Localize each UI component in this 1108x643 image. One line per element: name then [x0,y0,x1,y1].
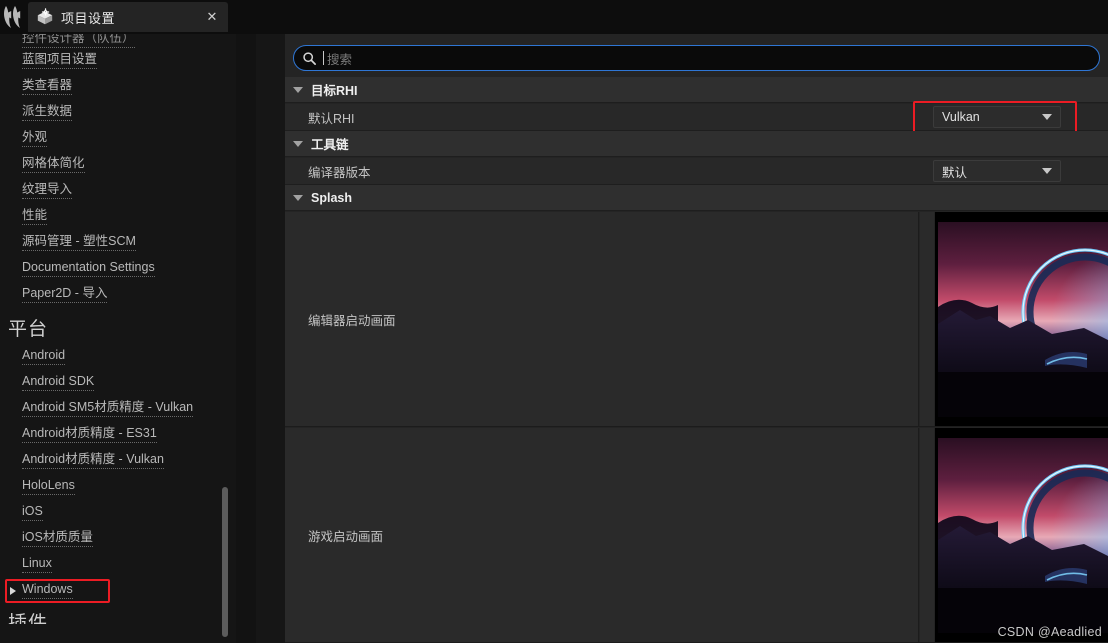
sidebar-scrollbar-track[interactable] [222,34,232,643]
search-input[interactable]: 搜索 [293,45,1100,71]
chevron-down-icon[interactable] [1042,168,1052,174]
sidebar-item-3[interactable]: 派生数据 [0,100,236,125]
sidebar-item-label: Linux [22,556,52,573]
search-placeholder: 搜索 [327,52,353,67]
sidebar-platform-item-7[interactable]: iOS [0,500,236,525]
sidebar-item-label: 派生数据 [22,104,73,121]
text-cursor [323,51,324,65]
sidebar-item-1[interactable]: 蓝图项目设置 [0,48,236,73]
selected-arrow-icon [10,586,16,595]
sidebar-platform-item-9[interactable]: Linux [0,552,236,577]
search-icon [303,51,316,65]
splash-label-cell: 游戏启动画面 [285,428,919,642]
sidebar-item-7[interactable]: 性能 [0,204,236,229]
sidebar-platform-item-2[interactable]: Android SDK [0,370,236,395]
sidebar-item-8[interactable]: 源码管理 - 塑性SCM [0,230,236,255]
sidebar-item-9[interactable]: Documentation Settings [0,256,236,281]
sidebar-item-label: 蓝图项目设置 [22,52,98,69]
sidebar-item-label: 类查看器 [22,78,73,95]
sidebar-platform-item-10[interactable]: Windows [0,578,236,603]
sidebar-item-label: iOS材质质量 [22,530,93,547]
splash-gutter [920,212,934,426]
splash-row: 编辑器启动画面 [285,212,1108,427]
panel-gutter [236,34,285,643]
section-title: 工具链 [311,138,349,152]
project-settings-window: 项目设置 ✕ 控件设计器（队伍） 蓝图项目设置 类查看器派生数据外观网格体简化纹理导… [0,0,1108,643]
sidebar-platform-item-8[interactable]: iOS材质质量 [0,526,236,551]
sidebar-item-label: Android材质精度 - ES31 [22,426,157,443]
sidebar-item-label: 性能 [22,208,48,225]
sidebar-platform-item-1[interactable]: Android [0,344,236,369]
tab-bar: 项目设置 ✕ [28,0,1108,34]
sidebar-heading-plugins: 插件 [0,608,236,624]
sidebar-platform-item-5[interactable]: Android材质精度 - Vulkan [0,448,236,473]
tab-project-settings[interactable]: 项目设置 ✕ [28,2,228,32]
chevron-down-icon[interactable] [293,194,303,201]
sidebar-item-label: Android材质精度 - Vulkan [22,452,164,469]
chevron-down-icon[interactable] [293,86,303,93]
watermark: CSDN @Aeadlied [997,625,1102,639]
sidebar-heading-label: 插件 [8,613,49,624]
splash-gutter [920,428,934,642]
dropdown-value: Vulkan [942,110,980,124]
sidebar-item-label: Documentation Settings [22,260,155,277]
section-header-toolchain[interactable]: 工具链 [285,131,1108,157]
chevron-down-icon[interactable] [1042,114,1052,120]
tab-title: 项目设置 [61,10,116,26]
dropdown-toolchain[interactable]: 默认 [933,160,1061,182]
splash-image-preview[interactable] [935,428,1108,642]
splash-artwork [935,428,1108,642]
settings-navigation-sidebar[interactable]: 控件设计器（队伍） 蓝图项目设置 类查看器派生数据外观网格体简化纹理导入性能源码管理… [0,34,236,643]
sidebar-item-clipped-top[interactable]: 控件设计器（队伍） [0,34,236,48]
sidebar-item-label: HoloLens [22,478,75,495]
property-label: 编译器版本 [308,165,371,180]
sidebar-item-label: 源码管理 - 塑性SCM [22,234,136,251]
property-label: 游戏启动画面 [308,529,384,544]
sidebar-item-label: 网格体简化 [22,156,85,173]
sidebar-item-label: Android SDK [22,374,95,391]
property-row: 编译器版本 默认 [285,158,1108,185]
sidebar-item-label: 外观 [22,130,48,147]
sidebar-item-label: Paper2D - 导入 [22,286,108,303]
section-header-splash[interactable]: Splash [285,185,1108,211]
section-title: Splash [311,190,352,205]
sidebar-platform-item-6[interactable]: HoloLens [0,474,236,499]
sidebar-item-label: 控件设计器（队伍） [22,34,135,48]
sidebar-scrollbar-thumb[interactable] [222,487,228,637]
sidebar-item-5[interactable]: 网格体简化 [0,152,236,177]
sidebar-platform-item-3[interactable]: Android SM5材质精度 - Vulkan [0,396,236,421]
sidebar-item-2[interactable]: 类查看器 [0,74,236,99]
sidebar-item-4[interactable]: 外观 [0,126,236,151]
sidebar-item-label: 纹理导入 [22,182,73,199]
sidebar-item-label: Android [22,348,66,365]
splash-label-cell: 编辑器启动画面 [285,212,919,426]
close-icon[interactable]: ✕ [204,9,220,25]
splash-artwork [935,212,1108,426]
sidebar-heading-platform: 平台 [0,310,236,344]
splash-image-preview[interactable] [935,212,1108,426]
sidebar-item-label: iOS [22,504,43,521]
sidebar-item-label: Windows [22,582,73,599]
sidebar-item-6[interactable]: 纹理导入 [0,178,236,203]
section-header-target-rhi[interactable]: 目标RHI [285,77,1108,103]
dropdown-value: 默认 [942,165,968,180]
sidebar-item-label: Android SM5材质精度 - Vulkan [22,400,194,417]
chevron-down-icon[interactable] [293,140,303,147]
dropdown-target-rhi[interactable]: Vulkan [933,106,1061,128]
section-title: 目标RHI [311,84,358,98]
search-bar: 搜索 [285,45,1108,73]
unreal-engine-logo [0,0,28,34]
splash-row: 游戏启动画面 [285,428,1108,643]
property-label: 默认RHI [308,111,355,126]
sidebar-item-10[interactable]: Paper2D - 导入 [0,282,236,307]
settings-content-panel: 搜索 目标RHI 默认RHI Vulkan 工具链编译器版本 默认 Splash 编辑器启动… [285,34,1108,643]
sidebar-heading-label: 平台 [8,318,49,340]
property-row: 默认RHI Vulkan [285,104,1108,131]
property-label: 编辑器启动画面 [308,313,396,328]
sidebar-platform-item-4[interactable]: Android材质精度 - ES31 [0,422,236,447]
project-settings-icon [37,8,53,25]
